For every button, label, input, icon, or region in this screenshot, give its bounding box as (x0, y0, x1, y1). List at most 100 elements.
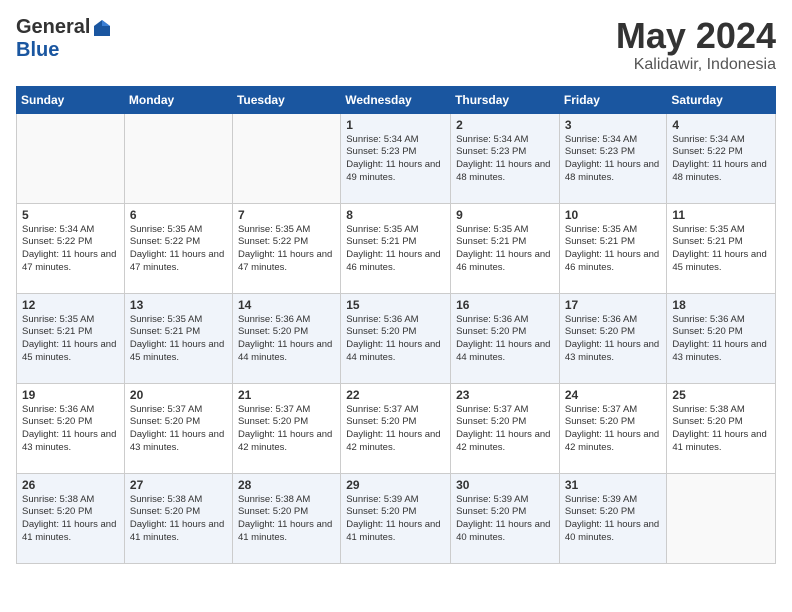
title-block: May 2024 Kalidawir, Indonesia (616, 16, 776, 74)
day-cell: 26 Sunrise: 5:38 AM Sunset: 5:20 PM Dayli… (17, 473, 125, 563)
header-saturday: Saturday (667, 86, 776, 113)
day-cell: 25 Sunrise: 5:38 AM Sunset: 5:20 PM Dayli… (667, 383, 776, 473)
day-number: 15 (346, 298, 445, 312)
day-cell: 6Sunrise: 5:35 AM Sunset: 5:22 PM Daylig… (124, 203, 232, 293)
logo-icon (92, 18, 112, 38)
day-info: Sunrise: 5:35 AM Sunset: 5:21 PM Dayligh… (456, 224, 554, 275)
day-info: Sunrise: 5:36 AM Sunset: 5:20 PM Dayligh… (456, 314, 554, 365)
day-number: 17 (565, 298, 662, 312)
day-cell: 22 Sunrise: 5:37 AM Sunset: 5:20 PM Dayli… (341, 383, 451, 473)
month-title: May 2024 (616, 16, 776, 56)
day-number: 2 (456, 118, 554, 132)
day-cell (17, 113, 125, 203)
day-cell: 14 Sunrise: 5:36 AM Sunset: 5:20 PM Dayli… (232, 293, 340, 383)
day-cell: 23 Sunrise: 5:37 AM Sunset: 5:20 PM Dayli… (451, 383, 560, 473)
day-number: 27 (130, 478, 227, 492)
day-info: Sunrise: 5:37 AM Sunset: 5:20 PM Dayligh… (238, 404, 335, 455)
week-row-2: 5 Sunrise: 5:34 AM Sunset: 5:22 PM Daylig… (17, 203, 776, 293)
day-number: 21 (238, 388, 335, 402)
day-number: 23 (456, 388, 554, 402)
day-cell (667, 473, 776, 563)
day-cell: 8Sunrise: 5:35 AM Sunset: 5:21 PM Daylig… (341, 203, 451, 293)
day-info: Sunrise: 5:35 AM Sunset: 5:22 PM Dayligh… (238, 224, 335, 275)
day-cell: 7 Sunrise: 5:35 AM Sunset: 5:22 PM Daylig… (232, 203, 340, 293)
day-cell: 1 Sunrise: 5:34 AM Sunset: 5:23 PM Daylig… (341, 113, 451, 203)
day-cell: 2Sunrise: 5:34 AM Sunset: 5:23 PM Daylig… (451, 113, 560, 203)
day-number: 5 (22, 208, 119, 222)
header-row: Sunday Monday Tuesday Wednesday Thursday… (17, 86, 776, 113)
day-number: 22 (346, 388, 445, 402)
day-info: Sunrise: 5:34 AM Sunset: 5:22 PM Dayligh… (672, 134, 770, 185)
calendar-table: Sunday Monday Tuesday Wednesday Thursday… (16, 86, 776, 564)
header-thursday: Thursday (451, 86, 560, 113)
day-info: Sunrise: 5:34 AM Sunset: 5:23 PM Dayligh… (346, 134, 445, 185)
day-number: 18 (672, 298, 770, 312)
day-number: 29 (346, 478, 445, 492)
day-info: Sunrise: 5:38 AM Sunset: 5:20 PM Dayligh… (238, 494, 335, 545)
day-number: 13 (130, 298, 227, 312)
day-cell: 11Sunrise: 5:35 AM Sunset: 5:21 PM Dayli… (667, 203, 776, 293)
day-cell: 21 Sunrise: 5:37 AM Sunset: 5:20 PM Dayli… (232, 383, 340, 473)
day-cell: 10 Sunrise: 5:35 AM Sunset: 5:21 PM Dayli… (559, 203, 667, 293)
day-info: Sunrise: 5:35 AM Sunset: 5:22 PM Dayligh… (130, 224, 227, 275)
day-cell: 19 Sunrise: 5:36 AM Sunset: 5:20 PM Dayli… (17, 383, 125, 473)
day-number: 9 (456, 208, 554, 222)
day-number: 25 (672, 388, 770, 402)
day-info: Sunrise: 5:36 AM Sunset: 5:20 PM Dayligh… (346, 314, 445, 365)
day-number: 19 (22, 388, 119, 402)
day-info: Sunrise: 5:34 AM Sunset: 5:23 PM Dayligh… (565, 134, 662, 185)
day-number: 31 (565, 478, 662, 492)
header-monday: Monday (124, 86, 232, 113)
day-number: 7 (238, 208, 335, 222)
day-info: Sunrise: 5:39 AM Sunset: 5:20 PM Dayligh… (346, 494, 445, 545)
day-number: 16 (456, 298, 554, 312)
day-number: 14 (238, 298, 335, 312)
day-cell: 12 Sunrise: 5:35 AM Sunset: 5:21 PM Dayli… (17, 293, 125, 383)
header-tuesday: Tuesday (232, 86, 340, 113)
location-subtitle: Kalidawir, Indonesia (616, 56, 776, 74)
day-info: Sunrise: 5:34 AM Sunset: 5:22 PM Dayligh… (22, 224, 119, 275)
day-info: Sunrise: 5:39 AM Sunset: 5:20 PM Dayligh… (565, 494, 662, 545)
day-number: 3 (565, 118, 662, 132)
day-info: Sunrise: 5:35 AM Sunset: 5:21 PM Dayligh… (672, 224, 770, 275)
day-cell (232, 113, 340, 203)
day-info: Sunrise: 5:39 AM Sunset: 5:20 PM Dayligh… (456, 494, 554, 545)
day-info: Sunrise: 5:37 AM Sunset: 5:20 PM Dayligh… (456, 404, 554, 455)
day-cell: 16 Sunrise: 5:36 AM Sunset: 5:20 PM Dayli… (451, 293, 560, 383)
day-cell: 9 Sunrise: 5:35 AM Sunset: 5:21 PM Daylig… (451, 203, 560, 293)
day-number: 10 (565, 208, 662, 222)
day-cell: 13 Sunrise: 5:35 AM Sunset: 5:21 PM Dayli… (124, 293, 232, 383)
day-cell: 17 Sunrise: 5:36 AM Sunset: 5:20 PM Dayli… (559, 293, 667, 383)
logo-blue-text: Blue (16, 39, 59, 62)
day-cell: 28 Sunrise: 5:38 AM Sunset: 5:20 PM Dayli… (232, 473, 340, 563)
day-number: 4 (672, 118, 770, 132)
day-number: 20 (130, 388, 227, 402)
day-number: 28 (238, 478, 335, 492)
day-info: Sunrise: 5:36 AM Sunset: 5:20 PM Dayligh… (565, 314, 662, 365)
day-cell: 31 Sunrise: 5:39 AM Sunset: 5:20 PM Dayli… (559, 473, 667, 563)
day-number: 24 (565, 388, 662, 402)
day-info: Sunrise: 5:38 AM Sunset: 5:20 PM Dayligh… (22, 494, 119, 545)
logo: General Blue (16, 16, 112, 62)
day-info: Sunrise: 5:35 AM Sunset: 5:21 PM Dayligh… (22, 314, 119, 365)
day-number: 30 (456, 478, 554, 492)
day-number: 8 (346, 208, 445, 222)
day-info: Sunrise: 5:35 AM Sunset: 5:21 PM Dayligh… (565, 224, 662, 275)
page-header: General Blue May 2024 Kalidawir, Indones… (16, 16, 776, 74)
logo-general-text: General (16, 16, 90, 39)
day-info: Sunrise: 5:37 AM Sunset: 5:20 PM Dayligh… (565, 404, 662, 455)
day-cell: 20 Sunrise: 5:37 AM Sunset: 5:20 PM Dayli… (124, 383, 232, 473)
header-wednesday: Wednesday (341, 86, 451, 113)
day-info: Sunrise: 5:37 AM Sunset: 5:20 PM Dayligh… (346, 404, 445, 455)
day-info: Sunrise: 5:35 AM Sunset: 5:21 PM Dayligh… (130, 314, 227, 365)
day-number: 26 (22, 478, 119, 492)
day-info: Sunrise: 5:36 AM Sunset: 5:20 PM Dayligh… (238, 314, 335, 365)
day-cell: 15 Sunrise: 5:36 AM Sunset: 5:20 PM Dayli… (341, 293, 451, 383)
day-info: Sunrise: 5:36 AM Sunset: 5:20 PM Dayligh… (22, 404, 119, 455)
day-number: 1 (346, 118, 445, 132)
day-info: Sunrise: 5:38 AM Sunset: 5:20 PM Dayligh… (672, 404, 770, 455)
header-sunday: Sunday (17, 86, 125, 113)
day-info: Sunrise: 5:37 AM Sunset: 5:20 PM Dayligh… (130, 404, 227, 455)
day-cell (124, 113, 232, 203)
day-number: 12 (22, 298, 119, 312)
